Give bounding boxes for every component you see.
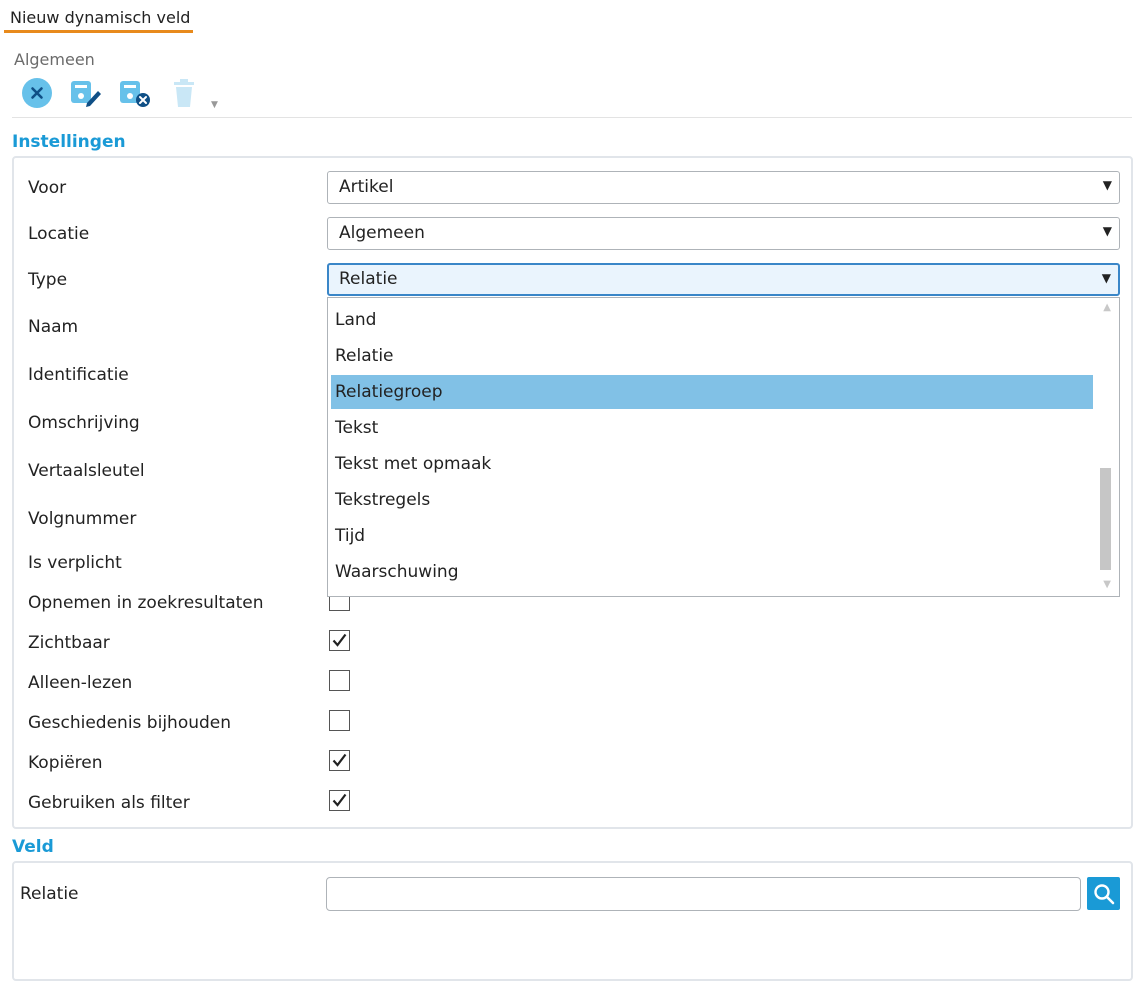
label-omschrijving: Omschrijving — [28, 413, 140, 433]
dropdown-option[interactable]: Tijd — [331, 519, 1093, 553]
dropdown-option[interactable]: Tekstregels — [331, 483, 1093, 517]
dropdown-option[interactable]: Tekst met opmaak — [331, 447, 1093, 481]
voor-select-value: Artikel — [339, 177, 394, 197]
label-opnemen-in-zoekresultaten: Opnemen in zoekresultaten — [28, 593, 264, 613]
checkmark-icon — [332, 793, 347, 807]
zichtbaar-checkbox[interactable] — [329, 630, 350, 651]
filter-checkbox[interactable] — [329, 790, 350, 811]
delete-button[interactable] — [167, 76, 201, 110]
locatie-select-value: Algemeen — [339, 223, 425, 243]
type-select-value: Relatie — [339, 269, 398, 289]
section-title-veld: Veld — [12, 837, 54, 857]
label-voor: Voor — [28, 178, 67, 198]
delete-icon — [174, 79, 194, 107]
type-dropdown-list[interactable]: Land Relatie Relatiegroep Tekst Tekst me… — [327, 297, 1120, 597]
checkmark-icon — [332, 753, 347, 767]
type-select[interactable]: Relatie ▼ — [327, 263, 1120, 296]
label-identificatie: Identificatie — [28, 365, 129, 385]
save-edit-icon — [71, 81, 101, 107]
scrollbar-thumb[interactable] — [1100, 468, 1111, 570]
label-volgnummer: Volgnummer — [28, 509, 137, 529]
label-locatie: Locatie — [28, 224, 90, 244]
relatie-input[interactable] — [326, 877, 1081, 911]
tab-nieuw-dynamisch-veld[interactable]: Nieuw dynamisch veld — [10, 8, 190, 27]
save-close-button[interactable] — [117, 76, 151, 110]
ribbon-group-label: Algemeen — [14, 50, 95, 69]
label-geschiedenis-bijhouden: Geschiedenis bijhouden — [28, 713, 232, 733]
voor-select[interactable]: Artikel ▼ — [327, 171, 1120, 204]
ribbon-expand-icon[interactable]: ▼ — [211, 100, 218, 110]
kopieren-checkbox[interactable] — [329, 750, 350, 771]
dropdown-option[interactable]: Land — [331, 303, 1093, 337]
label-alleen-lezen: Alleen-lezen — [28, 673, 133, 693]
scroll-down-icon[interactable]: ▼ — [1103, 579, 1111, 590]
chevron-down-icon: ▼ — [1102, 178, 1112, 192]
label-kopieren: Kopiëren — [28, 753, 103, 773]
locatie-select[interactable]: Algemeen ▼ — [327, 217, 1120, 250]
relatie-search-button[interactable] — [1087, 877, 1120, 910]
chevron-down-icon: ▼ — [1102, 224, 1112, 238]
dropdown-option-highlighted[interactable]: Relatiegroep — [331, 375, 1093, 409]
ribbon-divider — [12, 117, 1132, 118]
label-is-verplicht: Is verplicht — [28, 553, 122, 573]
dropdown-option[interactable]: Tekst — [331, 411, 1093, 445]
alleen-lezen-checkbox[interactable] — [329, 670, 350, 691]
cancel-button[interactable] — [20, 76, 54, 110]
label-gebruiken-als-filter: Gebruiken als filter — [28, 793, 190, 813]
dropdown-option[interactable]: Waarschuwing — [331, 555, 1093, 589]
label-naam: Naam — [28, 317, 79, 337]
label-type: Type — [28, 270, 68, 290]
geschiedenis-checkbox[interactable] — [329, 710, 350, 731]
save-edit-button[interactable] — [68, 76, 102, 110]
checkmark-icon — [332, 633, 347, 647]
search-icon — [1093, 883, 1114, 904]
label-relatie: Relatie — [20, 884, 79, 904]
label-vertaalsleutel: Vertaalsleutel — [28, 461, 145, 481]
dropdown-option[interactable]: Relatie — [331, 339, 1093, 373]
save-close-icon — [120, 81, 150, 107]
cancel-icon — [22, 78, 52, 108]
chevron-down-icon: ▼ — [1101, 271, 1111, 285]
scroll-up-icon[interactable]: ▲ — [1103, 302, 1111, 313]
section-title-instellingen: Instellingen — [12, 132, 126, 152]
label-zichtbaar: Zichtbaar — [28, 633, 110, 653]
active-tab-indicator — [4, 30, 193, 33]
